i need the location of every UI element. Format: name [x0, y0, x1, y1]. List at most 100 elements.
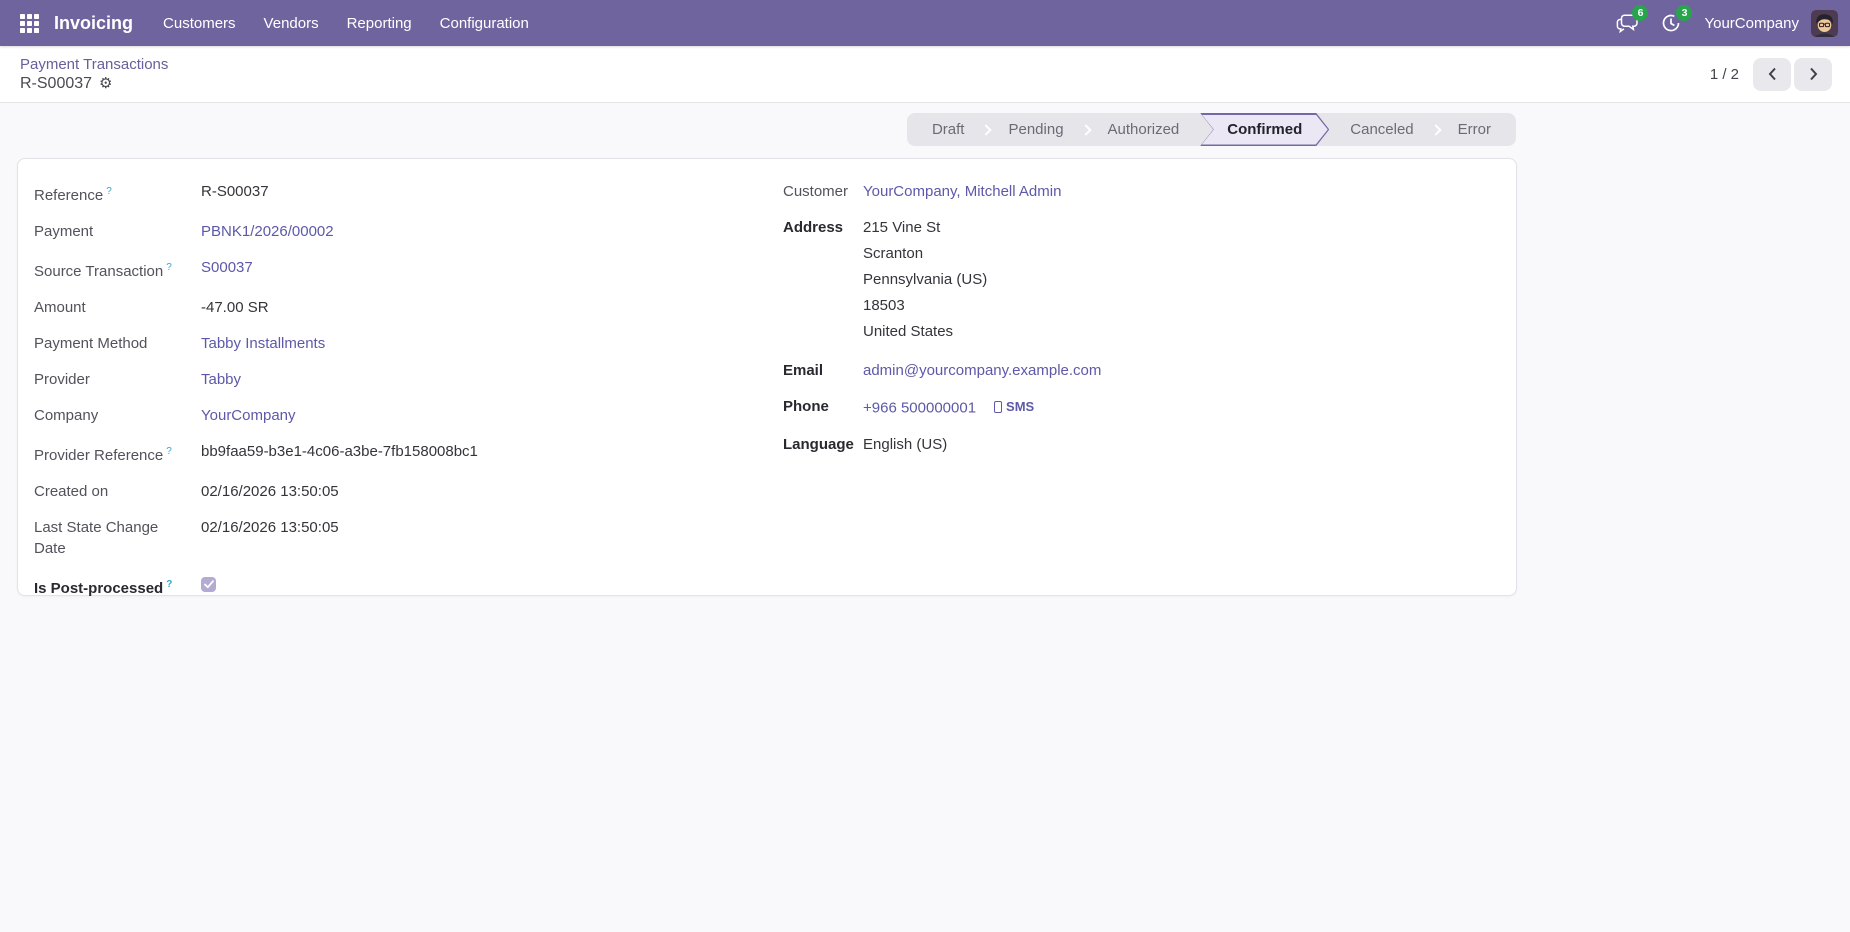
field-link-phone[interactable]: +966 500000001 [863, 400, 976, 417]
field-value-is-post-processed [201, 574, 216, 599]
field-link-company[interactable]: YourCompany [201, 407, 296, 424]
field-value-payment-method: Tabby Installments [201, 333, 325, 354]
field-label-customer: Customer [783, 183, 849, 200]
field-link-payment-method[interactable]: Tabby Installments [201, 335, 325, 352]
nav-menu-reporting[interactable]: Reporting [333, 0, 426, 46]
sms-button[interactable]: SMS [994, 396, 1034, 417]
status-step-error[interactable]: Error [1437, 113, 1512, 146]
address-line: 18503 [863, 297, 905, 314]
help-icon: ? [166, 579, 173, 590]
nav-menu-configuration[interactable]: Configuration [426, 0, 543, 46]
field-label-created-on: Created on [34, 483, 109, 500]
field-value-reference: R-S00037 [201, 183, 269, 200]
field-row-source-transaction: Source Transaction? S00037 [34, 257, 654, 282]
field-label-email: Email [783, 362, 824, 379]
pager-previous-button[interactable] [1753, 57, 1791, 91]
field-label-company: Company [34, 407, 99, 424]
help-icon: ? [106, 186, 112, 197]
pager-next-button[interactable] [1794, 57, 1832, 91]
field-label-reference: Reference? [34, 186, 112, 204]
help-icon: ? [166, 446, 172, 457]
breadcrumb-parent-link[interactable]: Payment Transactions [20, 55, 168, 74]
field-label-provider-reference: Provider Reference? [34, 446, 172, 464]
field-link-provider[interactable]: Tabby [201, 371, 241, 388]
status-step-pending[interactable]: Pending [987, 113, 1084, 146]
field-row-created-on: Created on 02/16/2026 13:50:05 [34, 481, 654, 502]
field-row-address: Address 215 Vine St Scranton Pennsylvania (… [783, 217, 1403, 345]
field-value-customer: YourCompany, Mitchell Admin [863, 181, 1061, 202]
field-label-amount: Amount [34, 299, 86, 316]
field-label-address: Address [783, 219, 844, 236]
field-row-customer: Customer YourCompany, Mitchell Admin [783, 181, 1403, 202]
checkmark-icon [203, 580, 214, 589]
address-line: United States [863, 323, 954, 340]
field-row-provider: Provider Tabby [34, 369, 654, 390]
field-label-is-post-processed: Is Post-processed? [34, 579, 173, 597]
company-switcher[interactable]: YourCompany [1704, 15, 1799, 32]
field-label-source-transaction: Source Transaction? [34, 262, 172, 280]
field-value-payment: PBNK1/2026/00002 [201, 221, 334, 242]
field-row-provider-reference: Provider Reference? bb9faa59-b3e1-4c06-a3… [34, 441, 654, 466]
field-row-email: Email admin@yourcompany.example.com [783, 360, 1403, 381]
grid-glyph [19, 13, 39, 33]
nav-menu-vendors[interactable]: Vendors [250, 0, 333, 46]
breadcrumb-current: R-S00037 [20, 74, 93, 92]
field-value-phone: +966 500000001 SMS [863, 396, 1034, 419]
top-navbar: Invoicing Customers Vendors Reporting Confi… [0, 0, 1850, 46]
control-panel: Payment Transactions R-S00037 ⚙ 1 / 2 [0, 46, 1850, 103]
status-step-confirmed-active[interactable]: Confirmed [1200, 113, 1329, 146]
field-link-customer[interactable]: YourCompany, Mitchell Admin [863, 183, 1061, 200]
field-row-amount: Amount -47.00 SR [34, 297, 654, 318]
field-value-address: 215 Vine St Scranton Pennsylvania (US) 1850… [863, 217, 987, 345]
field-row-reference: Reference? R-S00037 [34, 181, 654, 206]
status-step-draft[interactable]: Draft [911, 113, 986, 146]
breadcrumb: Payment Transactions R-S00037 ⚙ [20, 55, 168, 94]
avatar-image [1811, 9, 1838, 37]
field-value-last-state-change-date: 02/16/2026 13:50:05 [201, 519, 339, 536]
field-value-language: English (US) [863, 435, 948, 453]
nav-menu-customers[interactable]: Customers [149, 0, 250, 46]
is-post-processed-checkbox[interactable] [201, 577, 216, 592]
field-row-last-state-change-date: Last State Change Date 02/16/2026 13:50:0… [34, 517, 654, 559]
user-avatar[interactable] [1811, 9, 1838, 37]
field-label-language: Language [783, 435, 854, 453]
field-link-source-transaction[interactable]: S00037 [201, 259, 253, 276]
field-row-language: Language English (US) [783, 434, 1403, 455]
address-line: Pennsylvania (US) [863, 271, 988, 288]
navbar-right: 6 3 YourCompany [1598, 5, 1850, 38]
field-label-payment: Payment [34, 223, 94, 240]
status-step-label: Confirmed [1227, 121, 1303, 138]
messages-icon[interactable]: 6 [1612, 5, 1649, 38]
mobile-phone-icon [994, 400, 1003, 413]
field-row-is-post-processed: Is Post-processed? [34, 574, 654, 599]
field-label-last-state-change-date: Last State Change Date [34, 519, 159, 557]
field-value-amount: -47.00 SR [201, 299, 269, 316]
field-value-email: admin@yourcompany.example.com [863, 360, 1101, 381]
apps-grid-icon[interactable] [12, 6, 46, 40]
statusbar: Draft Pending Authorized Confirmed Canceled E… [906, 113, 1516, 146]
field-link-payment[interactable]: PBNK1/2026/00002 [201, 223, 334, 240]
help-icon: ? [166, 262, 172, 273]
status-step-authorized[interactable]: Authorized [1087, 113, 1201, 146]
status-step-canceled[interactable]: Canceled [1329, 113, 1434, 146]
settings-gear-icon[interactable]: ⚙ [99, 74, 112, 94]
field-label-payment-method: Payment Method [34, 335, 148, 352]
field-row-payment-method: Payment Method Tabby Installments [34, 333, 654, 354]
field-value-company: YourCompany [201, 405, 296, 426]
activities-icon[interactable]: 3 [1656, 5, 1693, 38]
app-name[interactable]: Invoicing [54, 13, 133, 34]
field-value-source-transaction: S00037 [201, 257, 253, 282]
form-left-column: Reference? R-S00037 Payment PBNK1/2026/0000… [34, 181, 654, 614]
field-link-email[interactable]: admin@yourcompany.example.com [863, 362, 1101, 379]
field-row-phone: Phone +966 500000001 SMS [783, 396, 1403, 419]
field-label-phone: Phone [783, 398, 829, 415]
field-row-company: Company YourCompany [34, 405, 654, 426]
activities-badge: 3 [1676, 5, 1693, 21]
nav-menu: Customers Vendors Reporting Configuration [149, 0, 543, 46]
messages-badge: 6 [1632, 5, 1649, 21]
field-value-provider-reference: bb9faa59-b3e1-4c06-a3be-7fb158008bc1 [201, 443, 478, 460]
field-value-created-on: 02/16/2026 13:50:05 [201, 483, 339, 500]
pager: 1 / 2 [1710, 57, 1832, 91]
chevron-left-icon [1768, 67, 1776, 81]
chevron-right-icon [1809, 67, 1817, 81]
